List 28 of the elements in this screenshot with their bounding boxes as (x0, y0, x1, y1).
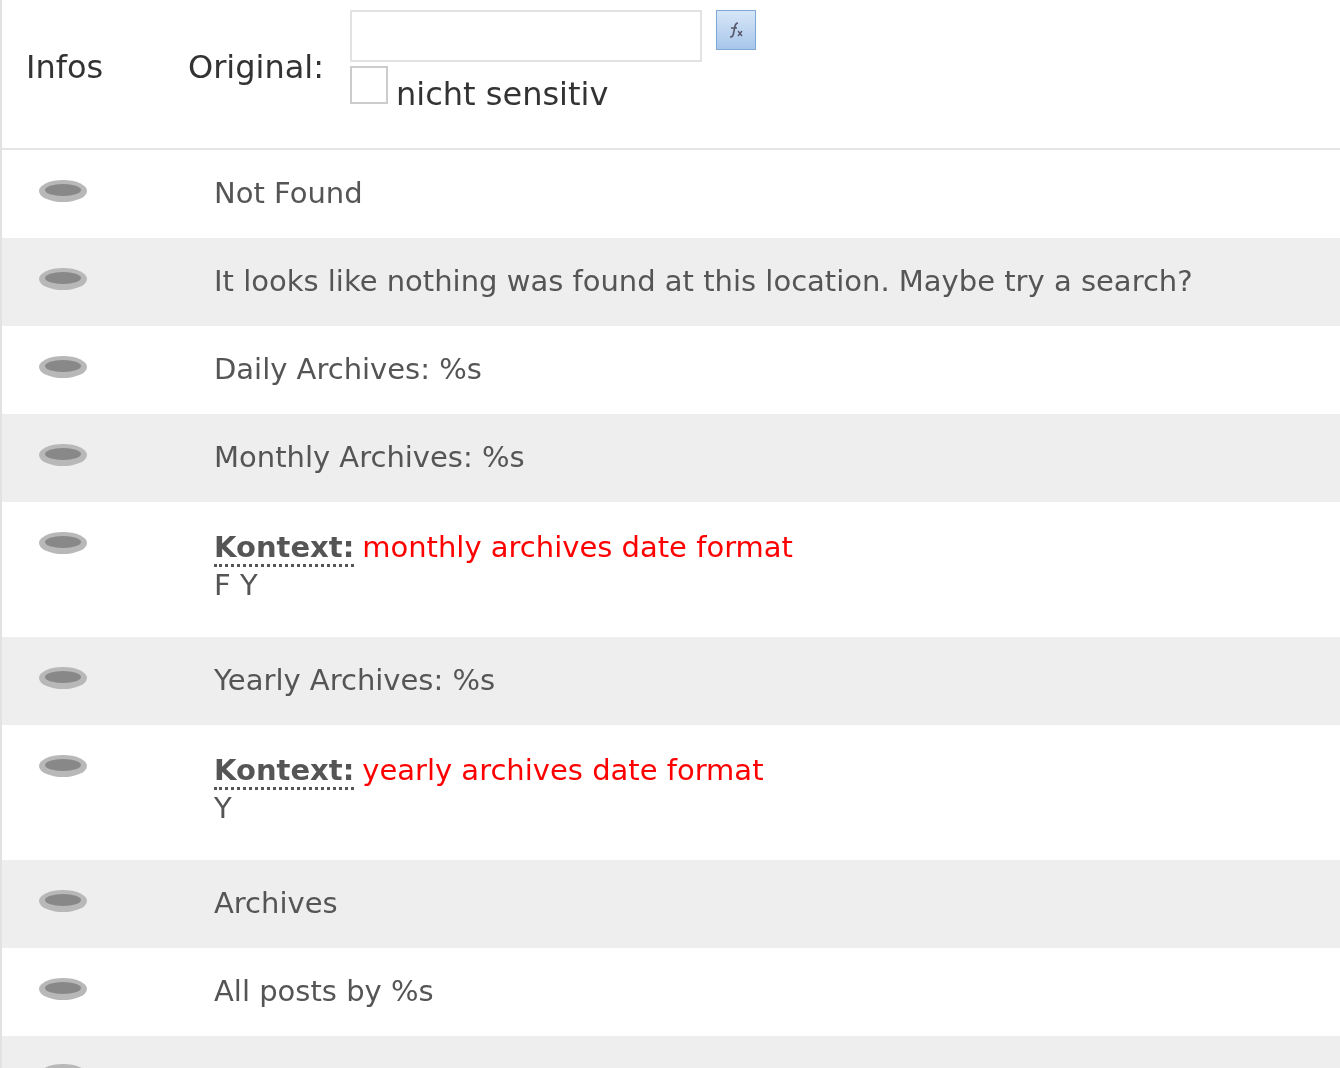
oval-icon (38, 753, 88, 779)
oval-icon (38, 354, 88, 380)
original-text: Not Found (214, 176, 363, 210)
original-text: Monthly Archives: %s (214, 440, 525, 474)
search-field[interactable] (350, 10, 702, 62)
original-text: Daily Archives: %s (214, 352, 482, 386)
context-label: Kontext: (214, 753, 355, 790)
original-text: F Y (214, 568, 259, 602)
original-text: All posts by %s (214, 974, 434, 1008)
oval-icon (38, 178, 88, 204)
function-button[interactable] (716, 10, 756, 50)
oval-icon (38, 266, 88, 292)
column-header: Original: (188, 47, 324, 88)
context-text: yearly archives date format (362, 753, 764, 787)
checkbox-label: nicht sensitiv (396, 76, 609, 112)
context-text: monthly archives date format (362, 530, 793, 564)
oval-icon (38, 976, 88, 1002)
oval-icon (38, 442, 88, 468)
column-header: Infos (25, 47, 105, 88)
oval-icon (38, 530, 88, 556)
original-text: Y (214, 791, 233, 825)
original-text: Archives (214, 886, 338, 920)
oval-icon (38, 665, 88, 691)
checkbox[interactable] (350, 66, 388, 104)
original-text: Yearly Archives: %s (214, 663, 496, 697)
oval-icon (38, 888, 88, 914)
original-text: It looks like nothing was found at this location. Maybe try a search? (214, 264, 1193, 298)
context-label: Kontext: (214, 530, 355, 567)
